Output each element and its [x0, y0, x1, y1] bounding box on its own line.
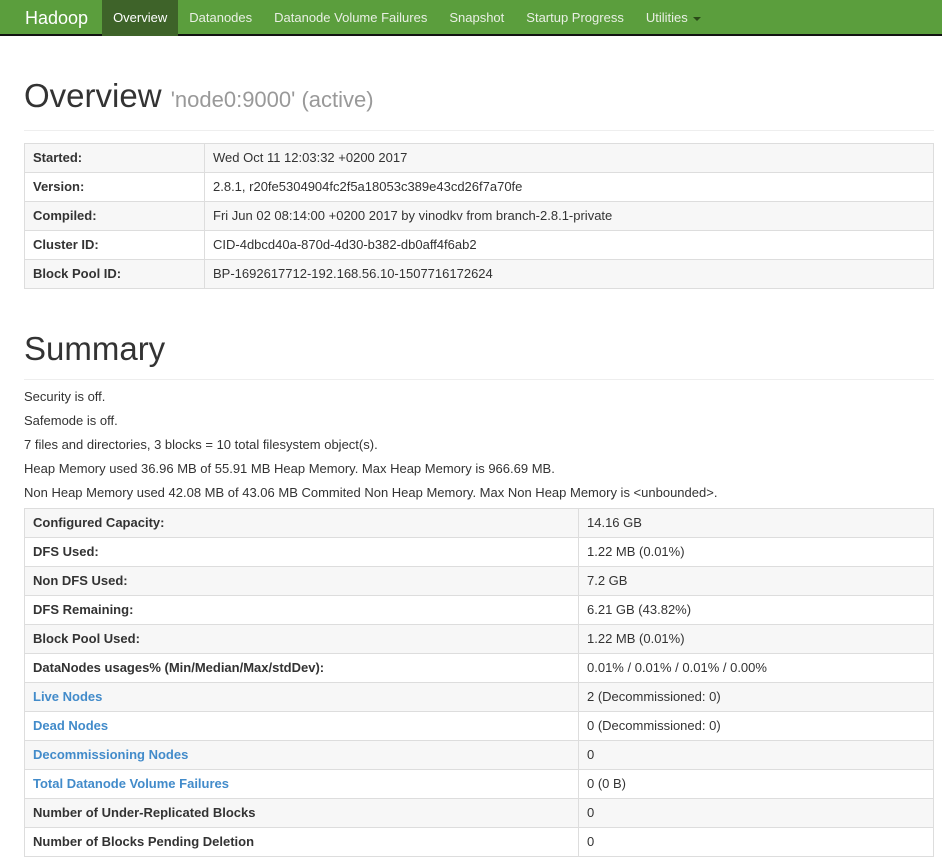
row-label: Started:: [24, 143, 205, 173]
row-label: DFS Used:: [24, 537, 579, 567]
divider: [24, 379, 934, 380]
table-row: Compiled: Fri Jun 02 08:14:00 +0200 2017 …: [24, 201, 934, 231]
table-row: Number of Blocks Pending Deletion 0: [24, 827, 934, 857]
navbar-menu: Overview Datanodes Datanode Volume Failure…: [102, 0, 712, 36]
row-value: 0: [578, 827, 934, 857]
table-row: Decommissioning Nodes 0: [24, 740, 934, 770]
table-row: DFS Remaining: 6.21 GB (43.82%): [24, 595, 934, 625]
table-row: DataNodes usages% (Min/Median/Max/stdDev…: [24, 653, 934, 683]
table-row: Block Pool Used: 1.22 MB (0.01%): [24, 624, 934, 654]
link-total-datanode-volume-failures[interactable]: Total Datanode Volume Failures: [33, 776, 229, 791]
nav-item-snapshot: Snapshot: [438, 0, 515, 34]
table-row: Live Nodes 2 (Decommissioned: 0): [24, 682, 934, 712]
table-row: Number of Under-Replicated Blocks 0: [24, 798, 934, 828]
row-label: Non DFS Used:: [24, 566, 579, 596]
nav-item-datanode-volume-failures: Datanode Volume Failures: [263, 0, 438, 34]
row-label: Decommissioning Nodes: [24, 740, 579, 770]
row-label: Configured Capacity:: [24, 508, 579, 538]
summary-status-text: Security is off. Safemode is off. 7 files …: [24, 388, 934, 502]
row-label: Live Nodes: [24, 682, 579, 712]
summary-paragraph-3: Heap Memory used 36.96 MB of 55.91 MB He…: [24, 461, 555, 476]
row-label: Compiled:: [24, 201, 205, 231]
row-value: BP-1692617712-192.168.56.10-150771617262…: [204, 259, 934, 289]
nav-link-datanode-volume-failures[interactable]: Datanode Volume Failures: [263, 0, 438, 36]
table-row: DFS Used: 1.22 MB (0.01%): [24, 537, 934, 567]
link-live-nodes[interactable]: Live Nodes: [33, 689, 102, 704]
table-row: Block Pool ID: BP-1692617712-192.168.56.1…: [24, 259, 934, 289]
row-value: 0 (Decommissioned: 0): [578, 711, 934, 741]
row-value: 6.21 GB (43.82%): [578, 595, 934, 625]
row-value: 1.22 MB (0.01%): [578, 624, 934, 654]
row-value: 1.22 MB (0.01%): [578, 537, 934, 567]
row-value: Fri Jun 02 08:14:00 +0200 2017 by vinodk…: [204, 201, 934, 231]
nav-link-datanodes[interactable]: Datanodes: [178, 0, 263, 36]
nav-link-snapshot[interactable]: Snapshot: [438, 0, 515, 36]
row-value: 2.8.1, r20fe5304904fc2f5a18053c389e43cd2…: [204, 172, 934, 202]
row-value: CID-4dbcd40a-870d-4d30-b382-db0aff4f6ab2: [204, 230, 934, 260]
row-value: 14.16 GB: [578, 508, 934, 538]
table-row: Version: 2.8.1, r20fe5304904fc2f5a18053c3…: [24, 172, 934, 202]
table-row: Configured Capacity: 14.16 GB: [24, 508, 934, 538]
row-value: 0.01% / 0.01% / 0.01% / 0.00%: [578, 653, 934, 683]
nav-link-startup-progress[interactable]: Startup Progress: [515, 0, 635, 36]
row-label: Block Pool Used:: [24, 624, 579, 654]
table-row: Started: Wed Oct 11 12:03:32 +0200 2017: [24, 143, 934, 173]
summary-paragraph-1: Safemode is off.: [24, 413, 118, 428]
link-dead-nodes[interactable]: Dead Nodes: [33, 718, 108, 733]
link-decommissioning-nodes[interactable]: Decommissioning Nodes: [33, 747, 188, 762]
page-content: Overview 'node0:9000' (active) Started: W…: [0, 78, 942, 857]
table-row: Cluster ID: CID-4dbcd40a-870d-4d30-b382-d…: [24, 230, 934, 260]
nav-item-datanodes: Datanodes: [178, 0, 263, 34]
navbar: Hadoop Overview Datanodes Datanode Volume …: [0, 0, 942, 36]
nav-item-startup-progress: Startup Progress: [515, 0, 635, 34]
row-label: Block Pool ID:: [24, 259, 205, 289]
row-value: 2 (Decommissioned: 0): [578, 682, 934, 712]
page-title-text: Overview: [24, 77, 162, 114]
row-value: 0: [578, 798, 934, 828]
row-label: Number of Blocks Pending Deletion: [24, 827, 579, 857]
row-value: Wed Oct 11 12:03:32 +0200 2017: [204, 143, 934, 173]
chevron-down-icon: [692, 16, 701, 21]
row-label: Cluster ID:: [24, 230, 205, 260]
row-label: Dead Nodes: [24, 711, 579, 741]
page-title: Overview 'node0:9000' (active): [24, 78, 934, 118]
table-row: Total Datanode Volume Failures 0 (0 B): [24, 769, 934, 799]
row-label: DataNodes usages% (Min/Median/Max/stdDev…: [24, 653, 579, 683]
nav-link-utilities[interactable]: Utilities: [635, 0, 712, 36]
summary-paragraph-0: Security is off.: [24, 389, 106, 404]
summary-title: Summary: [24, 330, 166, 367]
summary-stats-table: Configured Capacity: 14.16 GB DFS Used: 1.2…: [24, 508, 934, 857]
summary-paragraph-4: Non Heap Memory used 42.08 MB of 43.06 M…: [24, 485, 718, 500]
overview-info-table: Started: Wed Oct 11 12:03:32 +0200 2017 Ve…: [24, 143, 934, 289]
navbar-brand[interactable]: Hadoop: [0, 0, 102, 34]
table-row: Non DFS Used: 7.2 GB: [24, 566, 934, 596]
nav-item-utilities: Utilities: [635, 0, 712, 34]
row-value: 7.2 GB: [578, 566, 934, 596]
row-value: 0 (0 B): [578, 769, 934, 799]
table-row: Dead Nodes 0 (Decommissioned: 0): [24, 711, 934, 741]
nav-item-overview: Overview: [102, 0, 179, 36]
row-label: DFS Remaining:: [24, 595, 579, 625]
divider: [24, 130, 934, 131]
row-label: Number of Under-Replicated Blocks: [24, 798, 579, 828]
row-label: Total Datanode Volume Failures: [24, 769, 579, 799]
summary-paragraph-2: 7 files and directories, 3 blocks = 10 t…: [24, 437, 378, 452]
namenode-address-label: 'node0:9000' (active): [170, 87, 374, 112]
row-label: Version:: [24, 172, 205, 202]
row-value: 0: [578, 740, 934, 770]
nav-link-overview[interactable]: Overview: [102, 0, 179, 36]
